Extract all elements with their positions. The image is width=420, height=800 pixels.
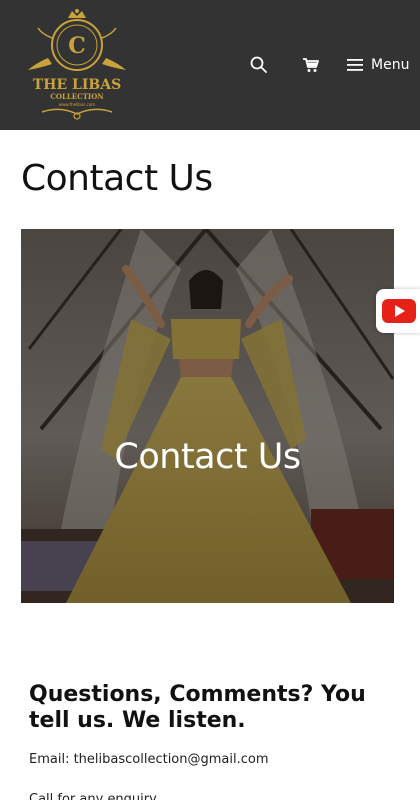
hero-image	[21, 229, 394, 603]
page-title: Contact Us	[21, 158, 213, 199]
logo-emblem: C THE LIBAS COLLECTION www.thelibas.com	[28, 9, 126, 120]
site-header: C THE LIBAS COLLECTION www.thelibas.com	[0, 0, 420, 130]
menu-button[interactable]: Menu	[347, 54, 409, 76]
svg-text:C: C	[68, 33, 86, 59]
svg-text:COLLECTION: COLLECTION	[50, 92, 104, 101]
brand-logo[interactable]: C THE LIBAS COLLECTION www.thelibas.com	[22, 8, 132, 124]
search-icon[interactable]	[249, 55, 269, 75]
hero-title: Contact Us	[114, 437, 301, 477]
hamburger-icon	[347, 59, 363, 71]
email-line: Email: thelibascollection@gmail.com	[29, 752, 269, 767]
hero-banner: Contact Us	[21, 229, 394, 603]
cut-off-text-line: Call for any enquiry	[29, 792, 157, 800]
youtube-icon	[382, 299, 416, 323]
svg-text:www.thelibas.com: www.thelibas.com	[59, 102, 95, 107]
menu-label: Menu	[371, 57, 410, 73]
svg-text:THE LIBAS: THE LIBAS	[33, 77, 121, 93]
questions-heading: Questions, Comments? You tell us. We lis…	[29, 682, 366, 733]
cart-icon[interactable]	[301, 55, 321, 75]
youtube-floating-button[interactable]	[376, 289, 420, 333]
